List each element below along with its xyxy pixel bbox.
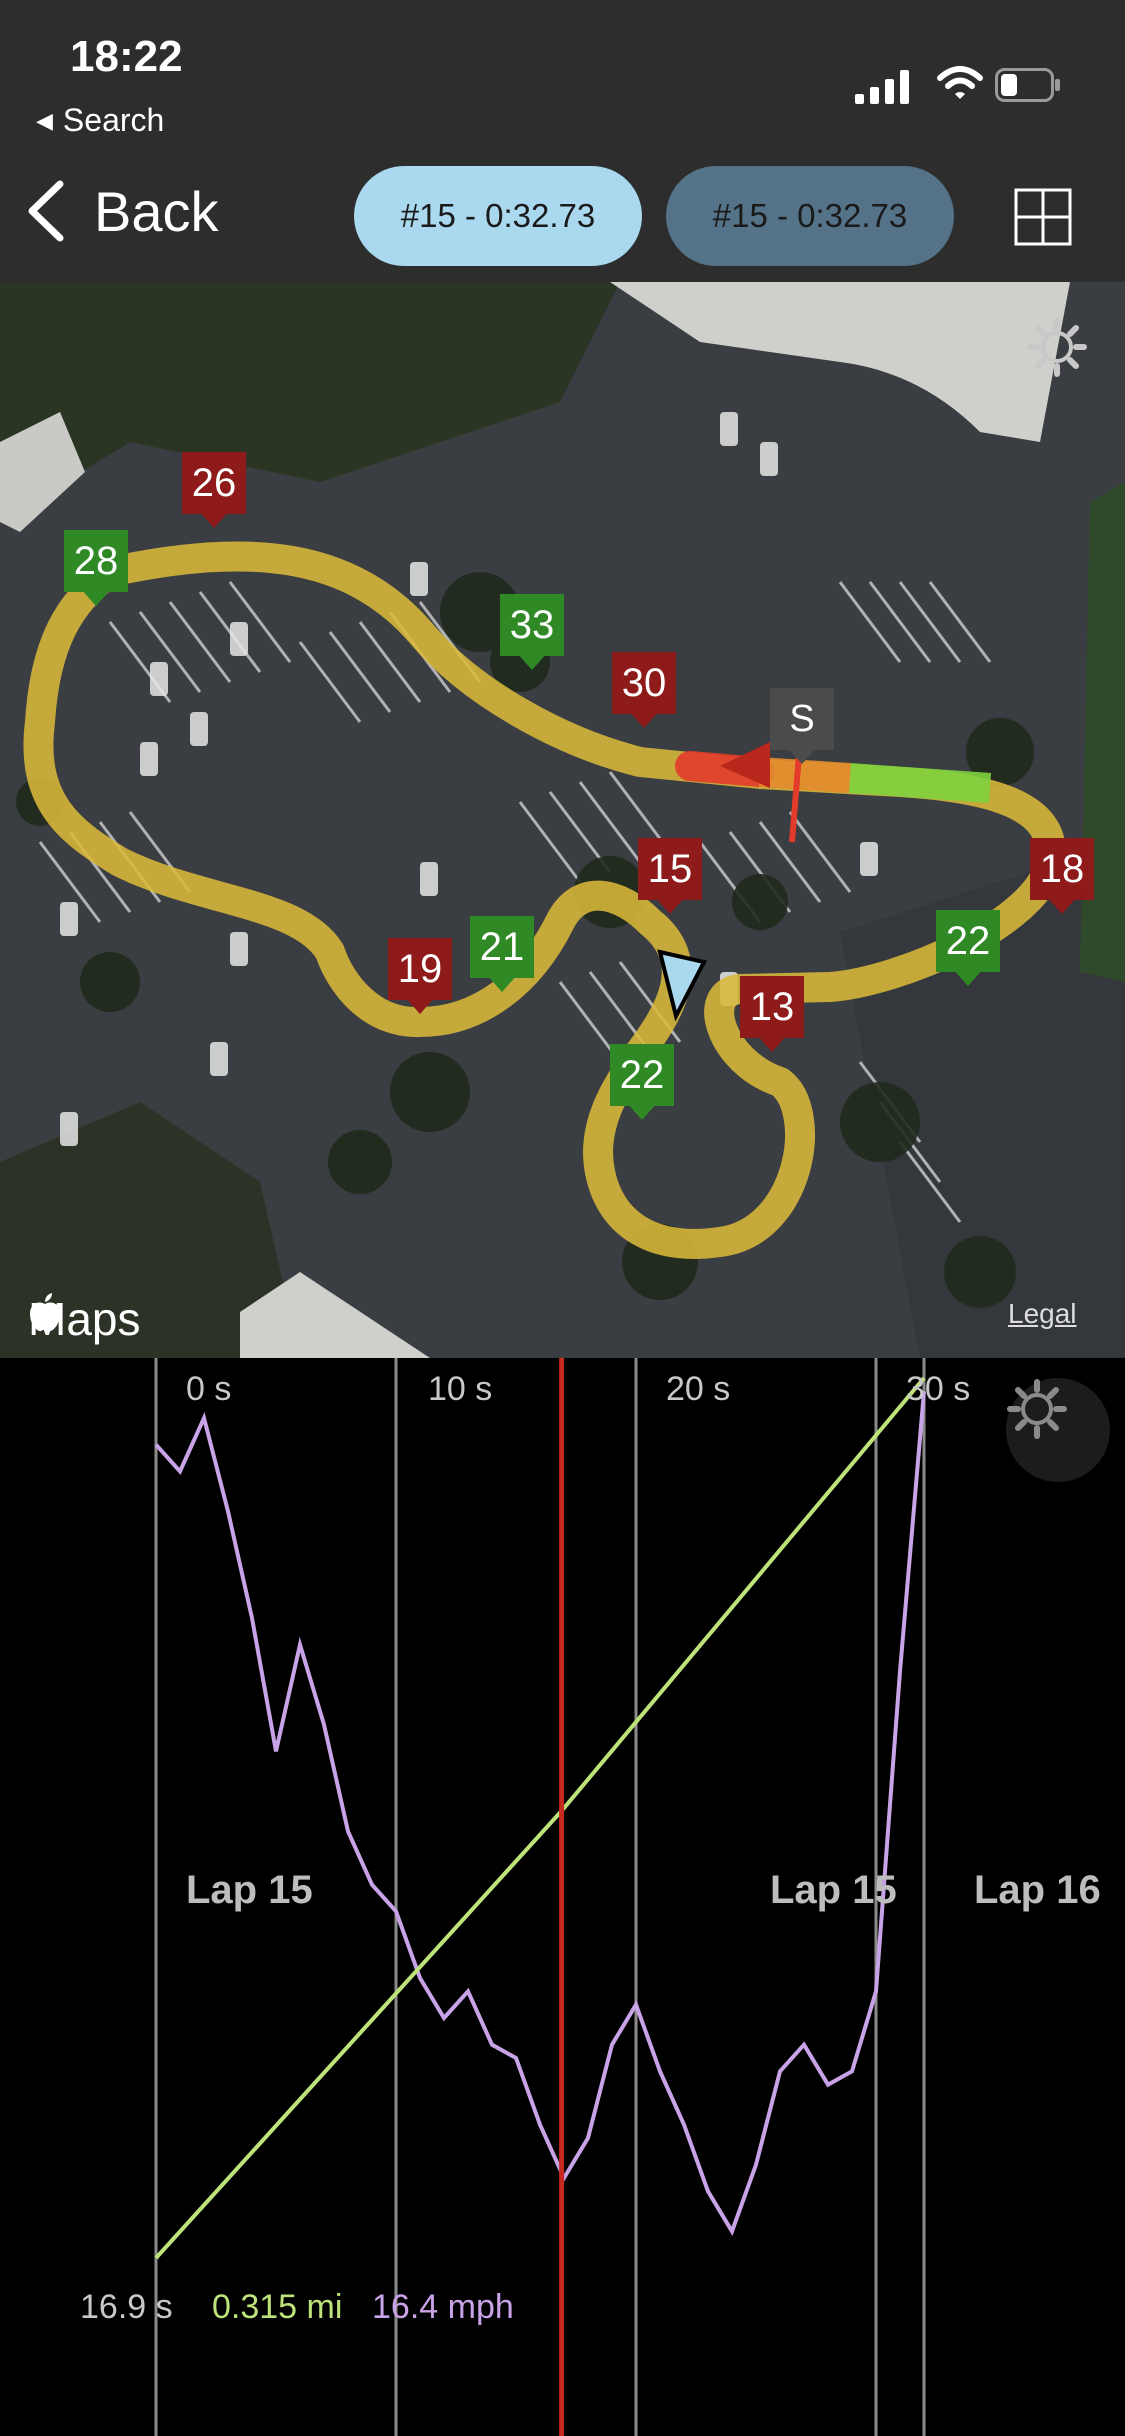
top-bar: 18:22 ◀ Search Back #15 - 0:32.73 #15 - 0… — [0, 0, 1125, 282]
x-tick-label: 0 s — [186, 1370, 232, 1408]
lap-label: Lap 16 — [974, 1868, 1101, 1912]
satellite-imagery — [0, 282, 1125, 1358]
time-readout: 16.9 s — [80, 2288, 173, 2326]
status-icons — [845, 62, 1085, 106]
back-app-label: Search — [62, 102, 165, 138]
lap-selector-primary[interactable]: #15 - 0:32.73 — [354, 166, 642, 266]
status-time: 18:22 — [70, 32, 183, 81]
speed-marker[interactable]: 18 — [1030, 838, 1094, 914]
speed-marker[interactable]: 13 — [740, 976, 804, 1052]
speed-marker[interactable]: 22 — [936, 910, 1000, 986]
chevron-left-icon — [28, 180, 64, 242]
gear-icon — [1007, 1379, 1067, 1439]
x-tick-label: 30 s — [906, 1370, 971, 1408]
back-to-search[interactable]: ◀ Search — [36, 102, 164, 139]
x-tick-label: 20 s — [666, 1370, 731, 1408]
track-map[interactable]: 26 28 33 30 S 15 18 22 21 19 13 22 Maps … — [0, 282, 1125, 1358]
legal-link[interactable]: Legal — [1008, 1298, 1077, 1330]
speed-marker[interactable]: 28 — [64, 530, 128, 606]
speed-marker[interactable]: 22 — [610, 1044, 674, 1120]
chart-settings-button[interactable] — [1006, 1378, 1110, 1482]
speed-marker[interactable]: 21 — [470, 916, 534, 992]
apple-logo-icon — [30, 1293, 60, 1332]
cellular-signal-icon — [855, 70, 909, 104]
apple-maps-logo: Maps — [28, 1292, 140, 1346]
wifi-icon — [937, 66, 983, 99]
grid-icon[interactable] — [1014, 188, 1072, 246]
distance-readout: 0.315 mi — [212, 2288, 343, 2326]
speed-marker[interactable]: 19 — [388, 938, 452, 1014]
map-settings-icon[interactable] — [1026, 316, 1088, 378]
start-marker[interactable]: S — [770, 688, 834, 764]
speed-readout: 16.4 mph — [372, 2288, 514, 2326]
x-tick-label: 10 s — [428, 1370, 493, 1408]
lap-selector-compare[interactable]: #15 - 0:32.73 — [666, 166, 954, 266]
speed-marker[interactable]: 33 — [500, 594, 564, 670]
lap-label: Lap 15 — [770, 1868, 897, 1912]
back-label: Back — [94, 179, 219, 243]
speed-marker[interactable]: 30 — [612, 652, 676, 728]
telemetry-chart[interactable]: 0 s 10 s 20 s 30 s Lap 15 Lap 15 Lap 16 … — [0, 1358, 1125, 2436]
lap-label: Lap 15 — [186, 1868, 313, 1912]
speed-marker[interactable]: 26 — [182, 452, 246, 528]
chart-canvas — [154, 1358, 926, 2436]
back-triangle-icon: ◀ — [36, 108, 53, 133]
battery-icon — [995, 68, 1060, 102]
speed-marker[interactable]: 15 — [638, 838, 702, 914]
back-button[interactable]: Back — [26, 176, 219, 246]
